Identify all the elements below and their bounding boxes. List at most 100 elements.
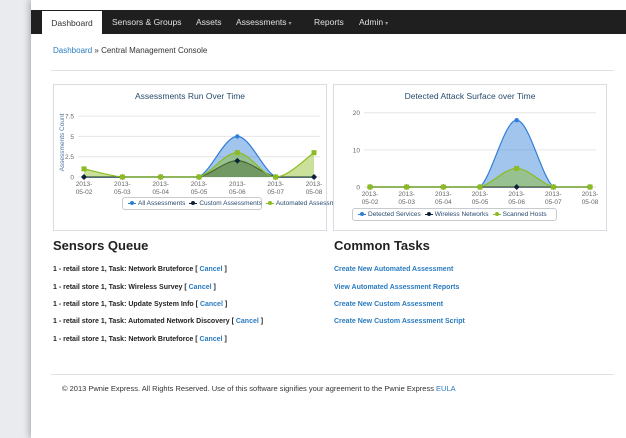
legend-swatch bbox=[424, 211, 433, 216]
x-tick-label: 2013- bbox=[472, 191, 489, 198]
nav-assessments[interactable]: Assessments ▾ bbox=[236, 10, 292, 34]
breadcrumb-current: Central Management Console bbox=[101, 46, 208, 55]
chevron-down-icon: ▾ bbox=[288, 21, 292, 27]
task-create-custom-assessment[interactable]: Create New Custom Assessment bbox=[334, 301, 443, 308]
nav-sensors-groups[interactable]: Sensors & Groups bbox=[112, 10, 181, 34]
nav-assets[interactable]: Assets bbox=[196, 10, 222, 34]
x-tick-label: 05-06 bbox=[229, 189, 246, 196]
x-tick-label: 2013- bbox=[362, 191, 379, 198]
legend-item[interactable]: Detected Services bbox=[358, 211, 421, 218]
x-tick-label: 05-05 bbox=[472, 199, 489, 206]
data-point[interactable] bbox=[477, 184, 483, 190]
data-point[interactable] bbox=[587, 184, 593, 190]
task-view-automated-reports[interactable]: View Automated Assessment Reports bbox=[334, 284, 459, 291]
chart-legend: All Assessments Custom Assessments Automat… bbox=[122, 197, 347, 210]
attack-surface-chart-panel: Detected Attack Surface over Time 0 10 20 2… bbox=[333, 84, 607, 231]
common-tasks-title: Common Tasks bbox=[334, 238, 430, 253]
x-tick-label: 05-03 bbox=[398, 199, 415, 206]
y-tick-label: 0 bbox=[356, 185, 360, 192]
task-create-custom-assessment-script[interactable]: Create New Custom Assessment Script bbox=[334, 318, 465, 325]
x-tick-label: 2013- bbox=[508, 191, 525, 198]
legend-swatch bbox=[189, 200, 198, 205]
cancel-link[interactable]: Cancel bbox=[200, 301, 223, 308]
data-point[interactable] bbox=[404, 184, 410, 190]
y-axis-label: Assessments Count bbox=[59, 113, 66, 171]
x-tick-label: 05-04 bbox=[152, 189, 169, 196]
top-navbar: Dashboard Sensors & Groups Assets Assess… bbox=[31, 10, 626, 35]
data-point[interactable] bbox=[367, 184, 373, 190]
legend-item[interactable]: Wireless Networks bbox=[424, 211, 489, 218]
legend-swatch bbox=[265, 200, 274, 205]
y-tick-label: 10 bbox=[353, 147, 361, 154]
footer-divider bbox=[51, 374, 614, 375]
legend-item[interactable]: Scanned Hosts bbox=[492, 211, 547, 218]
x-tick-label: 05-08 bbox=[582, 199, 599, 206]
legend-label: Custom Assessments bbox=[199, 200, 262, 207]
data-point[interactable] bbox=[234, 150, 240, 156]
data-point[interactable] bbox=[550, 184, 556, 190]
y-tick-label: 0 bbox=[70, 175, 74, 182]
x-tick-label: 2013- bbox=[398, 191, 415, 198]
x-tick-label: 05-07 bbox=[545, 199, 562, 206]
legend-item[interactable]: Custom Assessments bbox=[189, 200, 262, 207]
eula-link[interactable]: EULA bbox=[436, 384, 456, 393]
legend-label: All Assessments bbox=[138, 200, 186, 207]
legend-item[interactable]: All Assessments bbox=[128, 200, 185, 207]
chevron-down-icon: ▾ bbox=[385, 21, 389, 27]
y-tick-label: 7.5 bbox=[65, 114, 74, 121]
data-point[interactable] bbox=[514, 117, 519, 123]
y-tick-label: 5 bbox=[70, 134, 74, 141]
queue-item: 1 - retail store 1, Task: Automated Netw… bbox=[53, 318, 264, 325]
cancel-link[interactable]: Cancel bbox=[236, 318, 259, 325]
queue-item: 1 - retail store 1, Task: Network Brutef… bbox=[53, 336, 227, 343]
x-tick-label: 05-02 bbox=[76, 189, 93, 196]
x-tick-label: 2013- bbox=[582, 191, 599, 198]
cancel-link[interactable]: Cancel bbox=[200, 266, 223, 273]
x-tick-label: 2013- bbox=[545, 191, 562, 198]
queue-item: 1 - retail store 1, Task: Network Brutef… bbox=[53, 266, 227, 273]
assessments-chart-panel: Assessments Run Over Time 0 2.5 5 7.5 Assess… bbox=[53, 84, 347, 231]
x-tick-label: 2013- bbox=[229, 181, 246, 188]
x-tick-label: 2013- bbox=[114, 181, 131, 188]
breadcrumb-dashboard-link[interactable]: Dashboard bbox=[53, 46, 92, 55]
breadcrumb: Dashboard » Central Management Console bbox=[53, 46, 207, 55]
legend-label: Wireless Networks bbox=[434, 211, 489, 218]
legend-swatch bbox=[128, 200, 136, 205]
cancel-link[interactable]: Cancel bbox=[200, 336, 223, 343]
queue-item: 1 - retail store 1, Task: Wireless Surve… bbox=[53, 284, 216, 291]
x-tick-label: 05-05 bbox=[191, 189, 208, 196]
data-point[interactable] bbox=[196, 174, 202, 180]
x-tick-label: 2013- bbox=[435, 191, 452, 198]
data-point[interactable] bbox=[235, 134, 240, 139]
nav-admin[interactable]: Admin ▾ bbox=[359, 10, 388, 34]
x-tick-label: 05-08 bbox=[306, 189, 323, 196]
nav-reports[interactable]: Reports bbox=[314, 10, 344, 34]
x-tick-label: 2013- bbox=[306, 181, 323, 188]
data-point[interactable] bbox=[440, 184, 446, 190]
breadcrumb-separator: » bbox=[94, 46, 99, 55]
sensors-queue-title: Sensors Queue bbox=[53, 238, 149, 253]
x-tick-label: 2013- bbox=[267, 181, 284, 188]
y-tick-label: 2.5 bbox=[65, 154, 74, 161]
legend-label: Detected Services bbox=[368, 211, 421, 218]
legend-label: Scanned Hosts bbox=[502, 211, 547, 218]
data-point[interactable] bbox=[81, 166, 87, 172]
data-point[interactable] bbox=[158, 174, 164, 180]
x-tick-label: 05-06 bbox=[508, 199, 525, 206]
queue-item: 1 - retail store 1, Task: Update System … bbox=[53, 301, 228, 308]
data-point[interactable] bbox=[311, 150, 317, 156]
cancel-link[interactable]: Cancel bbox=[189, 284, 212, 291]
data-point[interactable] bbox=[514, 165, 520, 171]
data-point[interactable] bbox=[273, 174, 279, 180]
y-tick-label: 20 bbox=[353, 110, 361, 117]
x-tick-label: 05-04 bbox=[435, 199, 452, 206]
x-tick-label: 2013- bbox=[152, 181, 169, 188]
data-point[interactable] bbox=[119, 174, 125, 180]
nav-dashboard[interactable]: Dashboard bbox=[42, 10, 102, 35]
x-tick-label: 05-03 bbox=[114, 189, 131, 196]
task-create-automated-assessment[interactable]: Create New Automated Assessment bbox=[334, 266, 453, 273]
chart-legend: Detected Services Wireless Networks Scanne… bbox=[352, 208, 557, 221]
legend-swatch bbox=[492, 211, 501, 216]
legend-swatch bbox=[358, 211, 366, 216]
series-line bbox=[370, 119, 590, 188]
